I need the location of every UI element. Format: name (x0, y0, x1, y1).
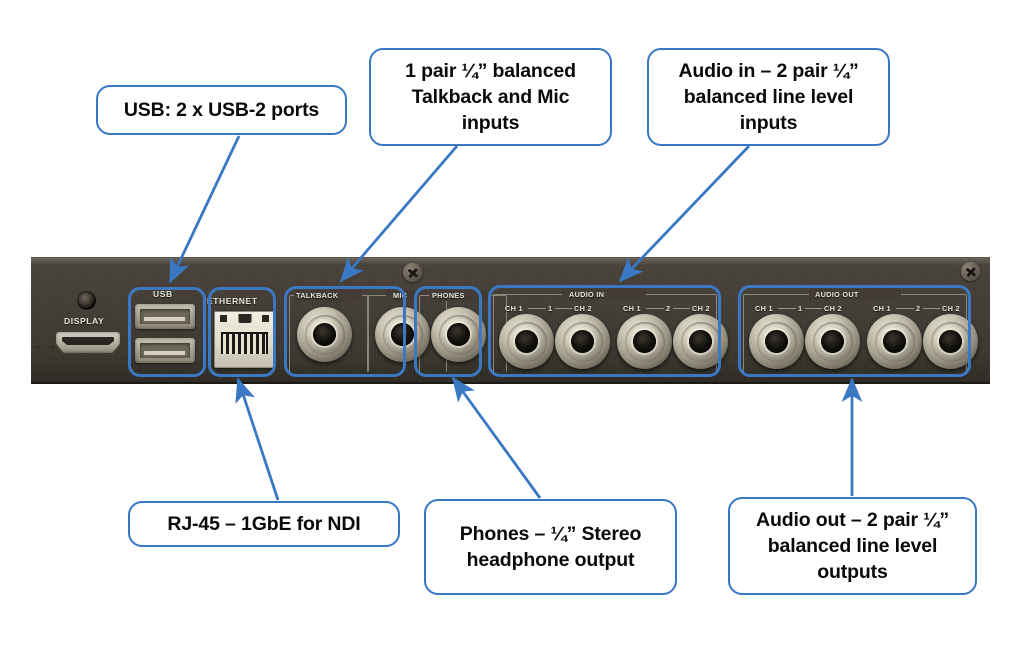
callout-phones[interactable]: Phones – ¼” Stereo headphone output (424, 499, 677, 595)
audio-in-2-ch1-label: CH 1 (623, 304, 641, 313)
audio-out-1-rule-left (778, 308, 796, 309)
callout-talkback-mic-line-1: 1 pair ¼” balanced (405, 60, 576, 82)
audio-in-pair1-label: 1 (548, 304, 553, 313)
callout-audio-out-line-2: balanced line level (767, 535, 938, 557)
callout-usb[interactable]: USB: 2 x USB-2 ports (96, 85, 347, 135)
usb-port-2[interactable] (135, 338, 195, 363)
audio-in-1-rule-right (555, 308, 572, 309)
callout-ethernet-line-1: RJ-45 – 1GbE for NDI (167, 513, 361, 535)
panel-screw-right (961, 262, 980, 281)
talkback-label: TALKBACK (296, 291, 339, 300)
audio-out-pair1-label: 1 (798, 304, 803, 313)
audio-in-1-ch2-label: CH 2 (574, 304, 592, 313)
diagram-canvas: DISPLAY USB ETHERNET TALKBACK MIC PHONES… (0, 0, 1024, 645)
panel-vent-dot-2 (51, 346, 55, 348)
callout-phones-line-1: Phones – ¼” Stereo (459, 523, 642, 545)
ethernet-rj45-port[interactable] (214, 311, 275, 368)
phones-jack[interactable] (431, 307, 486, 362)
audio-out-jack-2[interactable] (805, 314, 860, 369)
callout-talkback-mic[interactable]: 1 pair ¼” balanced Talkback and Mic inpu… (369, 48, 612, 146)
display-indicator-jack[interactable] (77, 291, 96, 310)
device-rear-panel: DISPLAY USB ETHERNET TALKBACK MIC PHONES… (31, 257, 990, 384)
callout-audio-out-line-1: Audio out – 2 pair ¼” (756, 509, 949, 531)
audio-in-jack-4[interactable] (673, 314, 728, 369)
usb-label: USB (153, 289, 173, 299)
callout-ethernet[interactable]: RJ-45 – 1GbE for NDI (128, 501, 400, 547)
panel-vent-dot-1 (35, 346, 39, 348)
audio-out-label: AUDIO OUT (815, 290, 859, 299)
audio-out-1-ch1-label: CH 1 (755, 304, 773, 313)
mic-label: MIC (393, 291, 408, 300)
audio-in-2-rule-right (673, 308, 690, 309)
callout-audio-in[interactable]: Audio in – 2 pair ¼” balanced line level… (647, 48, 890, 146)
callout-phones-line-2: headphone output (466, 549, 635, 571)
talkback-jack[interactable] (297, 307, 352, 362)
audio-in-pair2-label: 2 (666, 304, 671, 313)
audio-out-1-rule-right (805, 308, 822, 309)
callout-audio-in-line-1: Audio in – 2 pair ¼” (678, 60, 859, 82)
audio-out-jack-3[interactable] (867, 314, 922, 369)
audio-in-1-ch1-label: CH 1 (505, 304, 523, 313)
audio-in-label: AUDIO IN (569, 290, 605, 299)
display-hdmi-port[interactable] (56, 332, 120, 353)
usb-port-1[interactable] (135, 304, 195, 329)
callout-audio-out-line-3: outputs (817, 561, 888, 583)
audio-out-2-rule-left (896, 308, 914, 309)
audio-out-jack-1[interactable] (749, 314, 804, 369)
display-label: DISPLAY (64, 316, 105, 326)
arrow-ethernet (235, 377, 280, 501)
audio-in-jack-3[interactable] (617, 314, 672, 369)
callout-talkback-mic-line-3: inputs (461, 112, 520, 134)
audio-in-2-ch2-label: CH 2 (692, 304, 710, 313)
ethernet-label: ETHERNET (207, 296, 258, 306)
audio-out-1-ch2-label: CH 2 (824, 304, 842, 313)
audio-in-1-rule-left (528, 308, 546, 309)
panel-screw-left (403, 263, 422, 282)
mic-jack[interactable] (375, 307, 430, 362)
audio-in-2-rule-left (646, 308, 664, 309)
audio-out-2-ch2-label: CH 2 (942, 304, 960, 313)
phones-label: PHONES (432, 291, 465, 300)
callout-audio-out[interactable]: Audio out – 2 pair ¼” balanced line leve… (728, 497, 977, 595)
callout-talkback-mic-line-2: Talkback and Mic (411, 86, 570, 108)
panel-top-highlight (31, 258, 990, 265)
callout-audio-in-line-2: balanced line level (683, 86, 854, 108)
audio-in-jack-2[interactable] (555, 314, 610, 369)
audio-in-jack-1[interactable] (499, 314, 554, 369)
callout-audio-in-line-3: inputs (739, 112, 798, 134)
audio-out-2-ch1-label: CH 1 (873, 304, 891, 313)
callout-usb-line-1: USB: 2 x USB-2 ports (123, 99, 320, 121)
arrow-phones (451, 376, 542, 499)
audio-out-pair2-label: 2 (916, 304, 921, 313)
audio-out-jack-4[interactable] (923, 314, 978, 369)
audio-out-2-rule-right (923, 308, 940, 309)
